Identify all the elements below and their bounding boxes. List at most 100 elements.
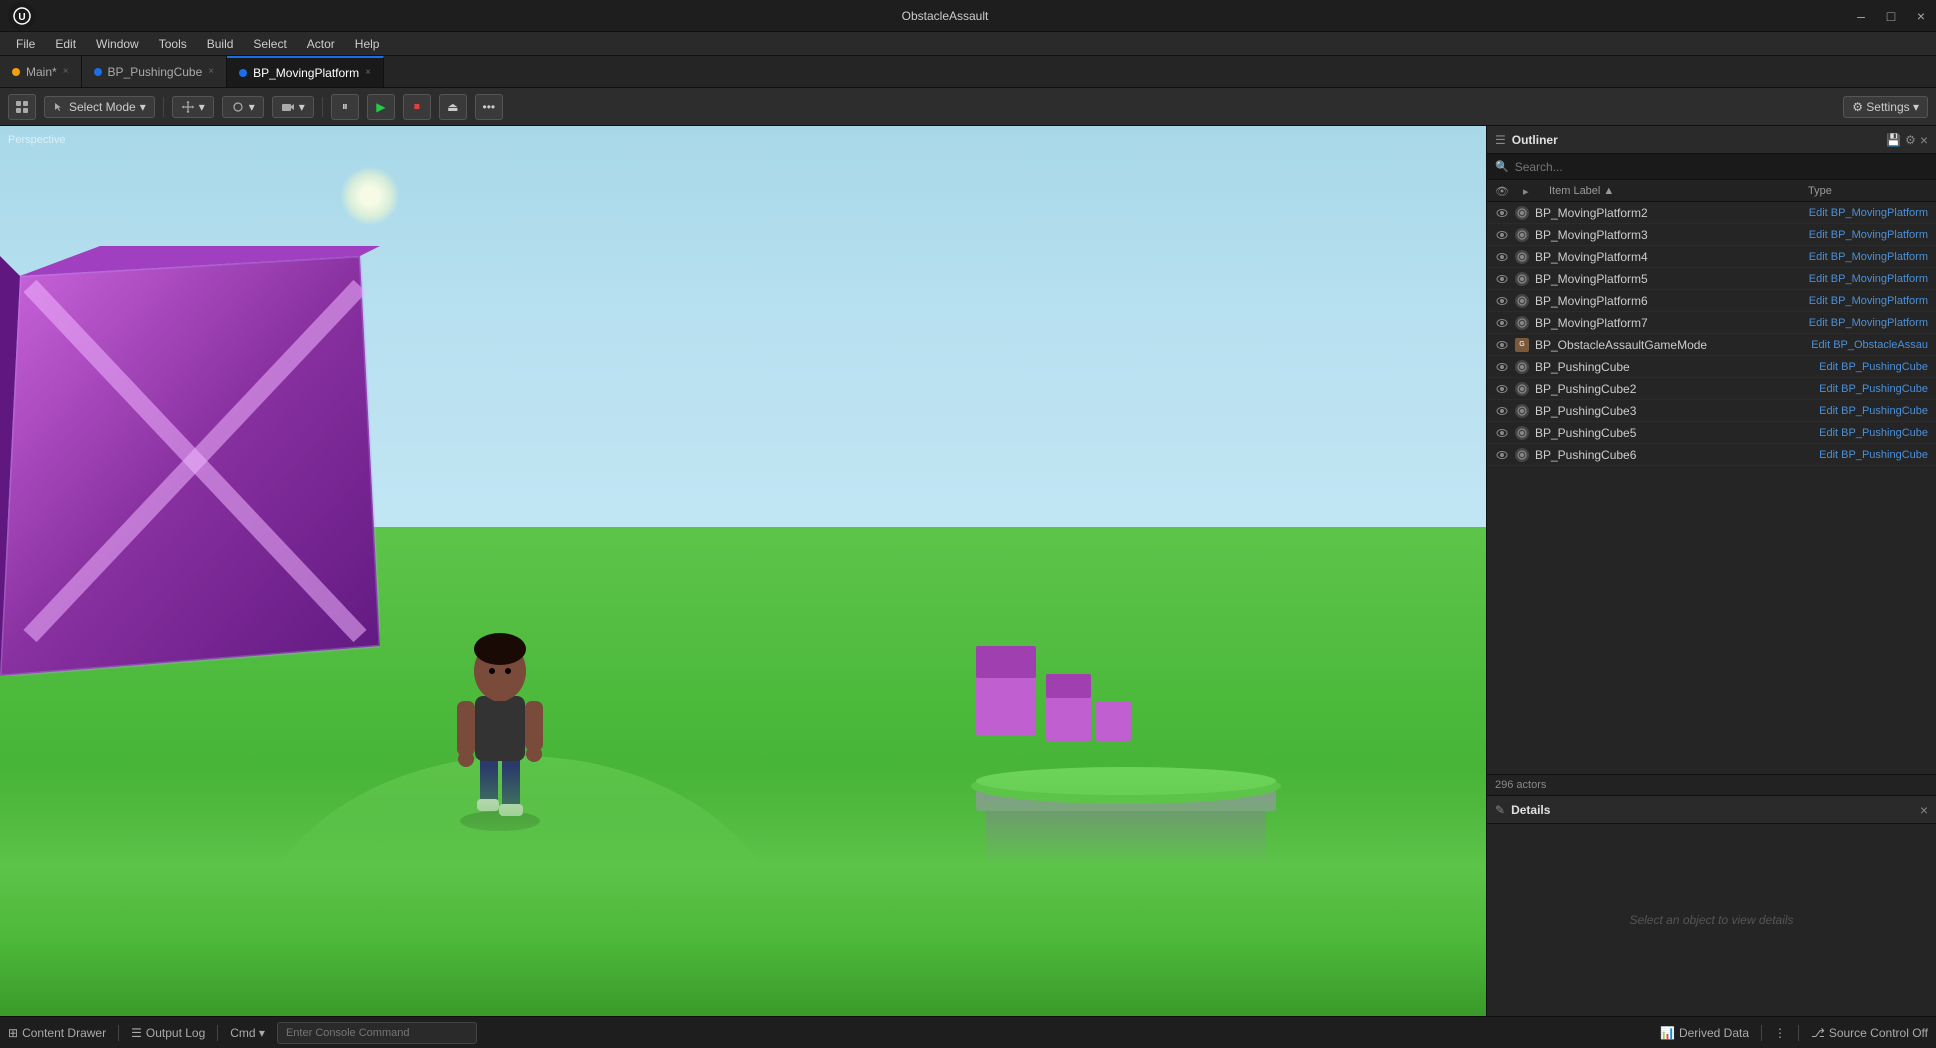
menu-window[interactable]: Window xyxy=(88,35,147,53)
row-eye-icon[interactable] xyxy=(1495,294,1509,308)
content-drawer-button[interactable]: ⊞ Content Drawer xyxy=(8,1026,106,1040)
row-item-type[interactable]: Edit BP_MovingPlatform xyxy=(1809,273,1928,285)
row-item-type[interactable]: Edit BP_MovingPlatform xyxy=(1809,251,1928,263)
outliner-row[interactable]: BP_PushingCube2Edit BP_PushingCube xyxy=(1487,378,1936,400)
row-item-type[interactable]: Edit BP_MovingPlatform xyxy=(1809,207,1928,219)
row-item-name: BP_ObstacleAssaultGameMode xyxy=(1535,338,1805,352)
row-eye-icon[interactable] xyxy=(1495,316,1509,330)
bottom-separator-3 xyxy=(1761,1025,1762,1041)
settings-button[interactable]: ⚙ Settings ▾ xyxy=(1843,96,1928,118)
close-button[interactable]: × xyxy=(1914,9,1928,23)
row-item-name: BP_MovingPlatform5 xyxy=(1535,272,1803,286)
transform-button[interactable]: ▾ xyxy=(172,96,214,118)
row-eye-icon[interactable] xyxy=(1495,360,1509,374)
tab-main[interactable]: Main* × xyxy=(0,56,82,87)
tab-pushing-cube-close[interactable]: × xyxy=(208,66,214,77)
tree-col-header: ▸ xyxy=(1523,184,1541,198)
outliner-row[interactable]: GBP_ObstacleAssaultGameModeEdit BP_Obsta… xyxy=(1487,334,1936,356)
cmd-label: Cmd ▾ xyxy=(230,1026,265,1040)
derived-data-button[interactable]: 📊 Derived Data xyxy=(1660,1026,1749,1040)
eject-button[interactable]: ⏏ xyxy=(439,94,467,120)
row-eye-icon[interactable] xyxy=(1495,426,1509,440)
row-eye-icon[interactable] xyxy=(1495,250,1509,264)
row-item-type[interactable]: Edit BP_PushingCube xyxy=(1819,427,1928,439)
right-panel: ☰ Outliner 💾 ⚙ × 🔍 👁 ▸ xyxy=(1486,126,1936,1016)
row-actor-icon xyxy=(1515,316,1529,330)
stop-button[interactable]: ⏹ xyxy=(403,94,431,120)
details-empty-message: Select an object to view details xyxy=(1487,824,1936,1016)
tab-pushing-cube[interactable]: BP_PushingCube × xyxy=(82,56,228,87)
rotate-icon xyxy=(231,100,245,114)
outliner-row[interactable]: BP_MovingPlatform2Edit BP_MovingPlatform xyxy=(1487,202,1936,224)
row-eye-icon[interactable] xyxy=(1495,382,1509,396)
row-item-name: BP_MovingPlatform7 xyxy=(1535,316,1803,330)
menu-edit[interactable]: Edit xyxy=(47,35,84,53)
outliner-settings-icon[interactable]: ⚙ xyxy=(1905,133,1916,147)
row-item-type[interactable]: Edit BP_PushingCube xyxy=(1819,361,1928,373)
outliner-row[interactable]: BP_PushingCube5Edit BP_PushingCube xyxy=(1487,422,1936,444)
row-item-type[interactable]: Edit BP_MovingPlatform xyxy=(1809,295,1928,307)
row-eye-icon[interactable] xyxy=(1495,272,1509,286)
outliner-row[interactable]: BP_MovingPlatform3 Edit BP_MovingPlatform xyxy=(1487,224,1936,246)
menu-actor[interactable]: Actor xyxy=(299,35,343,53)
outliner-row[interactable]: BP_MovingPlatform7 Edit BP_MovingPlatform xyxy=(1487,312,1936,334)
menu-tools[interactable]: Tools xyxy=(151,35,195,53)
layout-button[interactable] xyxy=(8,94,36,120)
source-control-button[interactable]: ⎇ Source Control Off xyxy=(1811,1026,1928,1040)
pause-button[interactable]: ⏸ xyxy=(331,94,359,120)
row-item-type[interactable]: Edit BP_PushingCube xyxy=(1819,449,1928,461)
menu-file[interactable]: File xyxy=(8,35,43,53)
console-command-input[interactable] xyxy=(277,1022,477,1044)
details-close-button[interactable]: × xyxy=(1920,802,1928,818)
outliner-row[interactable]: BP_PushingCubeEdit BP_PushingCube xyxy=(1487,356,1936,378)
outliner-row[interactable]: BP_MovingPlatform5 Edit BP_MovingPlatform xyxy=(1487,268,1936,290)
menu-help[interactable]: Help xyxy=(347,35,388,53)
row-item-type[interactable]: Edit BP_PushingCube xyxy=(1819,405,1928,417)
row-eye-icon[interactable] xyxy=(1495,404,1509,418)
rotate-button[interactable]: ▾ xyxy=(222,96,264,118)
menu-build[interactable]: Build xyxy=(199,35,242,53)
type-col: Type xyxy=(1808,185,1928,197)
sort-icon: ▲ xyxy=(1603,185,1614,197)
tab-main-close[interactable]: × xyxy=(63,66,69,77)
outliner-row[interactable]: BP_MovingPlatform6Edit BP_MovingPlatform xyxy=(1487,290,1936,312)
row-item-type[interactable]: Edit BP_MovingPlatform xyxy=(1809,317,1928,329)
outliner-row[interactable]: BP_MovingPlatform4Edit BP_MovingPlatform xyxy=(1487,246,1936,268)
row-item-type[interactable]: Edit BP_ObstacleAssau xyxy=(1811,339,1928,351)
row-item-name: BP_MovingPlatform3 xyxy=(1535,228,1803,242)
outliner-search-bar: 🔍 xyxy=(1487,154,1936,180)
camera-speed-button[interactable]: ▾ xyxy=(272,96,314,118)
row-actor-icon xyxy=(1515,294,1529,308)
row-eye-icon[interactable] xyxy=(1495,206,1509,220)
outliner-row[interactable]: BP_PushingCube6Edit BP_PushingCube xyxy=(1487,444,1936,466)
cmd-button[interactable]: Cmd ▾ xyxy=(230,1026,265,1040)
row-item-type[interactable]: Edit BP_PushingCube xyxy=(1819,383,1928,395)
outliner-search-input[interactable] xyxy=(1515,160,1928,174)
maximize-button[interactable]: □ xyxy=(1884,9,1898,23)
select-mode-button[interactable]: Select Mode ▾ xyxy=(44,96,155,118)
more-options-button[interactable]: ••• xyxy=(475,94,503,120)
row-eye-icon[interactable] xyxy=(1495,228,1509,242)
tab-moving-platform-close[interactable]: × xyxy=(365,67,371,78)
outliner-close-button[interactable]: × xyxy=(1920,132,1928,148)
item-label-col[interactable]: Item Label ▲ xyxy=(1549,185,1800,197)
derived-data-icon: 📊 xyxy=(1660,1026,1675,1040)
play-button[interactable]: ▶ xyxy=(367,94,395,120)
menu-select[interactable]: Select xyxy=(245,35,294,53)
tab-moving-platform[interactable]: BP_MovingPlatform × xyxy=(227,56,384,87)
content-drawer-label: Content Drawer xyxy=(22,1026,106,1040)
more-bottom-button[interactable]: ⋮ xyxy=(1774,1026,1786,1040)
minimize-button[interactable]: – xyxy=(1854,9,1868,23)
outliner-save-icon[interactable]: 💾 xyxy=(1886,133,1901,147)
output-log-button[interactable]: ☰ Output Log xyxy=(131,1026,205,1040)
select-mode-label: Select Mode xyxy=(69,100,136,114)
row-eye-icon[interactable] xyxy=(1495,448,1509,462)
viewport-label: Perspective xyxy=(8,134,65,146)
row-eye-icon[interactable] xyxy=(1495,338,1509,352)
viewport[interactable]: Perspective xyxy=(0,126,1486,1016)
tab-main-label: Main* xyxy=(26,65,57,79)
row-item-type[interactable]: Edit BP_MovingPlatform xyxy=(1809,229,1928,241)
tab-pushing-cube-label: BP_PushingCube xyxy=(108,65,203,79)
details-title: Details xyxy=(1511,803,1550,817)
outliner-row[interactable]: BP_PushingCube3Edit BP_PushingCube xyxy=(1487,400,1936,422)
